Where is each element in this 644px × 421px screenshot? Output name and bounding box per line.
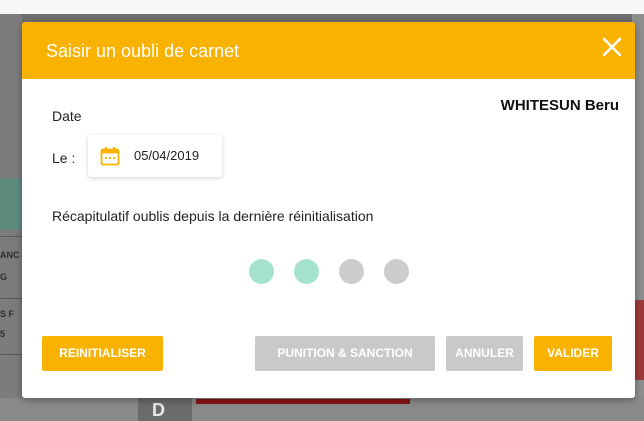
date-prefix-label: Le : bbox=[52, 150, 76, 166]
cancel-button[interactable]: ANNULER bbox=[446, 336, 523, 371]
count-dot-empty bbox=[339, 259, 364, 284]
background-bottom-letter: D bbox=[138, 398, 192, 421]
date-section-label: Date bbox=[52, 108, 82, 124]
close-icon bbox=[602, 37, 622, 57]
background-divider bbox=[0, 236, 22, 237]
student-name: WHITESUN Beru bbox=[500, 97, 619, 114]
punishment-sanction-button[interactable]: PUNITION & SANCTION bbox=[255, 336, 435, 371]
background-divider bbox=[0, 298, 22, 299]
count-dot-empty bbox=[384, 259, 409, 284]
forgotten-notebook-dialog: Saisir un oubli de carnet WHITESUN Beru … bbox=[22, 22, 635, 398]
background-left-highlight bbox=[0, 178, 22, 230]
background-left-text: G bbox=[0, 272, 8, 282]
count-dot-filled bbox=[294, 259, 319, 284]
calendar-icon bbox=[100, 147, 120, 166]
close-button[interactable] bbox=[599, 34, 625, 60]
dialog-title: Saisir un oubli de carnet bbox=[46, 41, 240, 61]
background-left-text: S F bbox=[0, 309, 15, 319]
recap-label: Récapitulatif oublis depuis la dernière … bbox=[52, 208, 374, 224]
background-bottom-accent bbox=[196, 399, 410, 404]
background-left-text: ANC bbox=[0, 250, 20, 260]
background-top-bar bbox=[0, 0, 644, 14]
validate-button[interactable]: VALIDER bbox=[534, 336, 612, 371]
date-picker-field[interactable]: 05/04/2019 bbox=[88, 135, 222, 177]
dialog-header: Saisir un oubli de carnet bbox=[22, 22, 635, 79]
background-right-accent bbox=[634, 300, 644, 380]
count-dot-filled bbox=[249, 259, 274, 284]
background-left-text: 5 bbox=[0, 329, 6, 339]
date-value: 05/04/2019 bbox=[134, 148, 200, 163]
reset-button[interactable]: REINITIALISER bbox=[42, 336, 163, 371]
background-divider bbox=[0, 354, 22, 355]
app-background: ANC G S F 5 D Saisir un oubli de carnet … bbox=[0, 0, 644, 421]
